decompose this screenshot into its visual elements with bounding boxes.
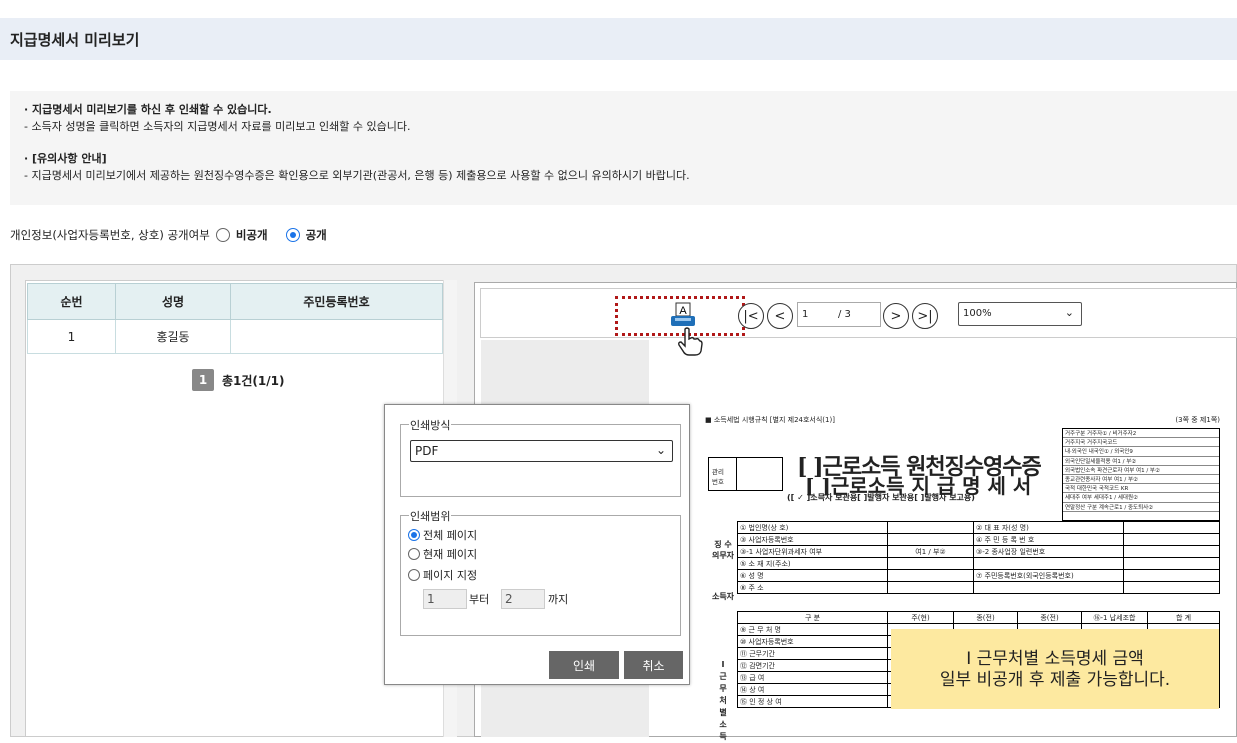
radio-all-pages[interactable] (408, 529, 420, 541)
callout-line-2: 일부 비공개 후 제출 가능합니다. (939, 670, 1171, 690)
cell-no: 1 (27, 319, 116, 354)
last-page-button[interactable]: >| (912, 303, 938, 329)
table-row[interactable]: 1 홍길동 (27, 319, 443, 354)
info-callout: I 근무처별 소득명세 금액 일부 비공개 후 제출 가능합니다. (891, 629, 1219, 709)
radio-public-label[interactable]: 공개 (306, 227, 327, 243)
pagination: 1 총1건(1/1) (192, 369, 284, 391)
doc-law: ■ 소득세법 시행규칙 [별지 제24호서식(1)] (705, 416, 835, 424)
chevron-down-icon: ⌄ (1064, 306, 1074, 319)
range-from-input[interactable]: 1 (423, 589, 467, 609)
range-to-label: 까지 (548, 593, 569, 606)
option-all-pages[interactable]: 전체 페이지 (408, 527, 477, 543)
doc-mng-label: 관리 번호 (709, 458, 737, 490)
range-from-label: 부터 (469, 593, 490, 606)
cell-name-link[interactable]: 홍길동 (115, 319, 231, 354)
doc-subtitle: ([ ✓ ]소득자 보관용[ ]발행자 보관용[ ]발행자 보고용) (787, 493, 975, 502)
notice-box: · 지급명세서 미리보기를 하신 후 인쇄할 수 있습니다. - 소득자 성명을… (10, 91, 1237, 205)
print-method-select[interactable]: PDF ⌄ (410, 440, 673, 462)
print-button[interactable]: 인쇄 (549, 651, 619, 679)
zoom-value: 100% (963, 308, 992, 319)
doc-residency-box: 거주구분 거주자① / 비거주자2 거주지국 거주지국코드 내·외국인 내국인① /… (1062, 428, 1220, 521)
privacy-label: 개인정보(사업자등록번호, 상호) 공개여부 (10, 228, 210, 242)
col-no: 순번 (27, 283, 116, 320)
radio-private[interactable] (215, 228, 230, 242)
print-range-legend: 인쇄범위 (409, 508, 452, 524)
doc-info-grid: ① 법인명(상 호) ② 대 표 자(성 명) ③ 사업자등록번호 ④ 주 민 등 … (737, 521, 1220, 594)
pagination-summary: 총1건(1/1) (222, 373, 285, 388)
option-current-page[interactable]: 현재 페이지 (408, 546, 477, 562)
doc-section-label: Ⅰ 근 무 처 별 소 득 (719, 660, 727, 741)
prev-page-button[interactable]: < (767, 303, 793, 329)
option-all-pages-label: 전체 페이지 (423, 529, 478, 542)
page-total: / 3 (838, 309, 851, 320)
notice-line-4: - 지급명세서 미리보기에서 제공하는 원천징수영수증은 확인용으로 외부기관(… (24, 169, 690, 182)
radio-page-range[interactable] (408, 569, 420, 581)
print-method-legend: 인쇄방식 (409, 417, 452, 433)
callout-line-1: I 근무처별 소득명세 금액 (966, 649, 1144, 669)
page-button-1[interactable]: 1 (192, 369, 214, 391)
option-page-range-label: 페이지 지정 (423, 569, 478, 582)
radio-private-label[interactable]: 비공개 (236, 227, 268, 243)
next-page-button[interactable]: > (883, 303, 909, 329)
notice-line-1: · 지급명세서 미리보기를 하신 후 인쇄할 수 있습니다. (24, 103, 272, 116)
col-name: 성명 (115, 283, 231, 320)
radio-current-page[interactable] (408, 548, 420, 560)
doc-mng-box: 관리 번호 (708, 457, 783, 491)
privacy-setting: 개인정보(사업자등록번호, 상호) 공개여부 비공개 공개 (10, 227, 327, 243)
radio-public[interactable] (285, 228, 300, 242)
doc-payer-label: 징 수 의무자 (711, 540, 735, 560)
doc-earner-label: 소득자 (711, 592, 735, 601)
notice-line-3: · [유의사항 안내] (24, 152, 107, 165)
employee-table: 순번 성명 주민등록번호 1 홍길동 (27, 283, 443, 354)
option-page-range[interactable]: 페이지 지정 (408, 567, 477, 583)
doc-pages: (3쪽 중 제1쪽) (1175, 416, 1220, 424)
page-number-input[interactable]: 1 / 3 (797, 302, 881, 327)
cell-rrn (230, 319, 443, 354)
option-current-page-label: 현재 페이지 (423, 548, 478, 561)
pointer-hand-icon (678, 327, 703, 356)
col-rrn: 주민등록번호 (230, 283, 443, 320)
page-title: 지급명세서 미리보기 (0, 18, 1237, 60)
print-method-value: PDF (415, 444, 439, 458)
chevron-down-icon: ⌄ (655, 443, 666, 457)
notice-line-2: - 소득자 성명을 클릭하면 소득자의 지급명세서 자료를 미리보고 인쇄할 수… (24, 120, 411, 133)
zoom-select[interactable]: 100% ⌄ (958, 302, 1082, 326)
page-number-value: 1 (802, 309, 809, 320)
cancel-button[interactable]: 취소 (624, 651, 683, 679)
range-to-input[interactable]: 2 (501, 589, 545, 609)
first-page-button[interactable]: |< (738, 303, 764, 329)
